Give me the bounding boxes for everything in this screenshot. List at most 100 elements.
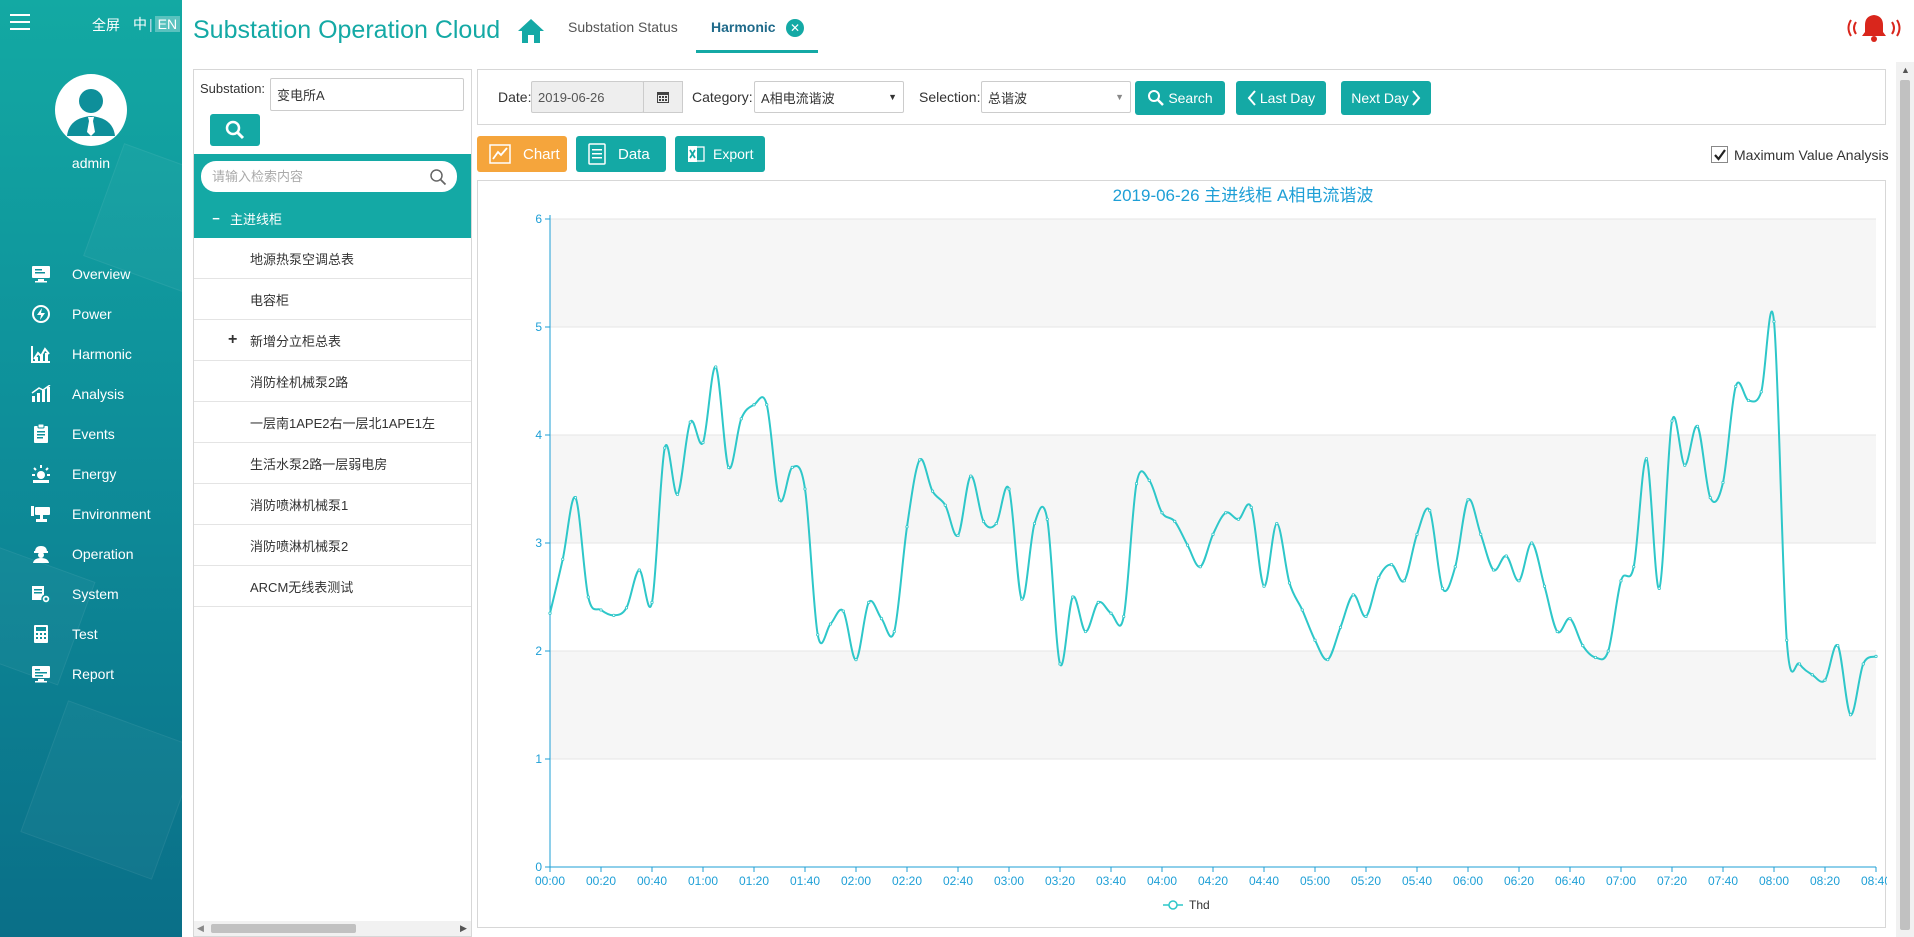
data-point [841,609,845,613]
nav-item-test[interactable]: Test [0,614,182,654]
data-point [650,600,654,604]
chart-container: 0 1 2 3 4 5 6 00:00 00:20 00:40 01:00 01:20 01:40 02:… [477,180,1891,929]
tree-item[interactable]: 地源热泵空调总表 [194,238,471,279]
data-point [1122,614,1126,619]
fullscreen-toggle[interactable]: 全屏 [92,15,120,35]
avatar[interactable] [55,74,127,146]
lang-zh-button[interactable]: 中 [133,16,147,32]
data-point [1785,638,1789,642]
data-point [1440,586,1445,590]
tree-item[interactable]: 电容柜 [194,279,471,320]
nav-item-operation[interactable]: Operation [0,534,182,574]
tree-item[interactable]: 消防喷淋机械泵1 [194,484,471,525]
tree-node-label: 消防栓机械泵2路 [250,374,349,390]
lang-en-button[interactable]: EN [154,16,181,32]
energy-icon [30,464,52,484]
x-tick-label: 07:40 [1708,874,1738,888]
alarm-bell-icon[interactable] [1845,12,1903,44]
collapse-toggle[interactable]: − [210,211,222,226]
export-button[interactable]: Export [675,136,765,172]
category-select[interactable]: A相电流谐波 ▼ [754,81,904,113]
tree-root-node[interactable]: − 主进线柜 [194,198,471,238]
sidebar-nav: Overview Power Harmonic Analysis Events … [0,254,182,694]
tab-close-icon[interactable]: ✕ [786,19,804,37]
next-day-button[interactable]: Next Day [1341,81,1431,115]
x-tick-label: 00:20 [586,874,616,888]
tab-harmonic[interactable]: Harmonic [711,19,776,35]
data-point [1160,511,1164,515]
data-point [1657,586,1661,590]
data-point [1453,565,1457,569]
max-value-checkbox[interactable] [1711,146,1728,163]
scroll-left-icon[interactable]: ◀ [197,923,204,934]
data-point [1058,662,1062,666]
expand-toggle[interactable]: + [228,331,237,349]
scroll-right-icon[interactable]: ▶ [460,923,467,934]
chart-view-button[interactable]: Chart [477,136,567,172]
data-button-label: Data [618,145,650,163]
search-icon[interactable] [429,168,447,186]
scrollbar-thumb[interactable] [1900,80,1910,930]
nav-item-label: Harmonic [72,346,132,362]
horizontal-scrollbar[interactable]: ◀ ▶ [194,921,471,936]
date-input[interactable]: 2019-06-26 [531,81,644,113]
search-button[interactable]: Search [1135,81,1225,115]
data-point [1568,616,1572,621]
nav-item-environment[interactable]: Environment [0,494,182,534]
tree-item[interactable]: 消防栓机械泵2路 [194,361,471,402]
data-point [969,474,973,478]
tab-substation-status[interactable]: Substation Status [568,19,678,35]
data-point [1236,517,1241,521]
x-tick-label: 04:40 [1249,874,1279,888]
substation-search-button[interactable] [210,114,260,146]
excel-icon [687,145,705,163]
line-chart-icon [489,144,511,164]
tree-item[interactable]: 消防喷淋机械泵2 [194,525,471,566]
vertical-scrollbar[interactable]: ▲ [1896,62,1914,937]
selection-label: Selection: [919,89,981,105]
tree-item[interactable]: 一层南1APE2右一层北1APE1左 [194,402,471,443]
data-point [956,533,960,538]
nav-item-analysis[interactable]: Analysis [0,374,182,414]
export-button-label: Export [713,146,754,162]
data-view-button[interactable]: Data [576,136,666,172]
harmonic-line-chart[interactable]: 0 1 2 3 4 5 6 00:00 00:20 00:40 01:00 01:20 01:40 02:… [478,181,1891,929]
scroll-up-icon[interactable]: ▲ [1901,65,1910,75]
nav-item-system[interactable]: System [0,574,182,614]
nav-item-events[interactable]: Events [0,414,182,454]
data-point [879,616,884,621]
nav-item-overview[interactable]: Overview [0,254,182,294]
data-point [867,600,871,604]
tree-search-input[interactable] [201,161,457,192]
substation-input[interactable] [270,78,464,111]
x-tick-label: 05:40 [1402,874,1432,888]
nav-item-harmonic[interactable]: Harmonic [0,334,182,374]
calendar-button[interactable] [643,81,683,113]
tree-item[interactable]: + 新增分立柜总表 [194,320,471,361]
data-point [561,557,565,561]
selection-select[interactable]: 总谐波 ▼ [981,81,1131,113]
data-point [1198,565,1202,569]
data-point [1632,565,1636,569]
data-point [1708,496,1712,500]
hamburger-menu-icon[interactable] [10,14,30,30]
nav-item-report[interactable]: Report [0,654,182,694]
nav-item-power[interactable]: Power [0,294,182,334]
data-point [1772,320,1776,324]
home-icon[interactable] [516,17,546,45]
data-point [1249,505,1253,509]
grid-band [550,651,1876,759]
y-tick-label: 6 [535,212,542,226]
data-point [1823,678,1827,682]
scrollbar-thumb[interactable] [211,924,356,933]
nav-item-energy[interactable]: Energy [0,454,182,494]
chart-title: 2019-06-26 主进线柜 A相电流谐波 [1113,186,1374,205]
last-day-button[interactable]: Last Day [1236,81,1326,115]
data-point [688,420,692,424]
tree-item[interactable]: 生活水泵2路一层弱电房 [194,443,471,484]
data-point [790,465,794,469]
decorative-hexagon [20,700,182,880]
data-point [994,521,998,526]
data-point [1466,498,1470,502]
tree-item[interactable]: ARCM无线表测试 [194,566,471,607]
